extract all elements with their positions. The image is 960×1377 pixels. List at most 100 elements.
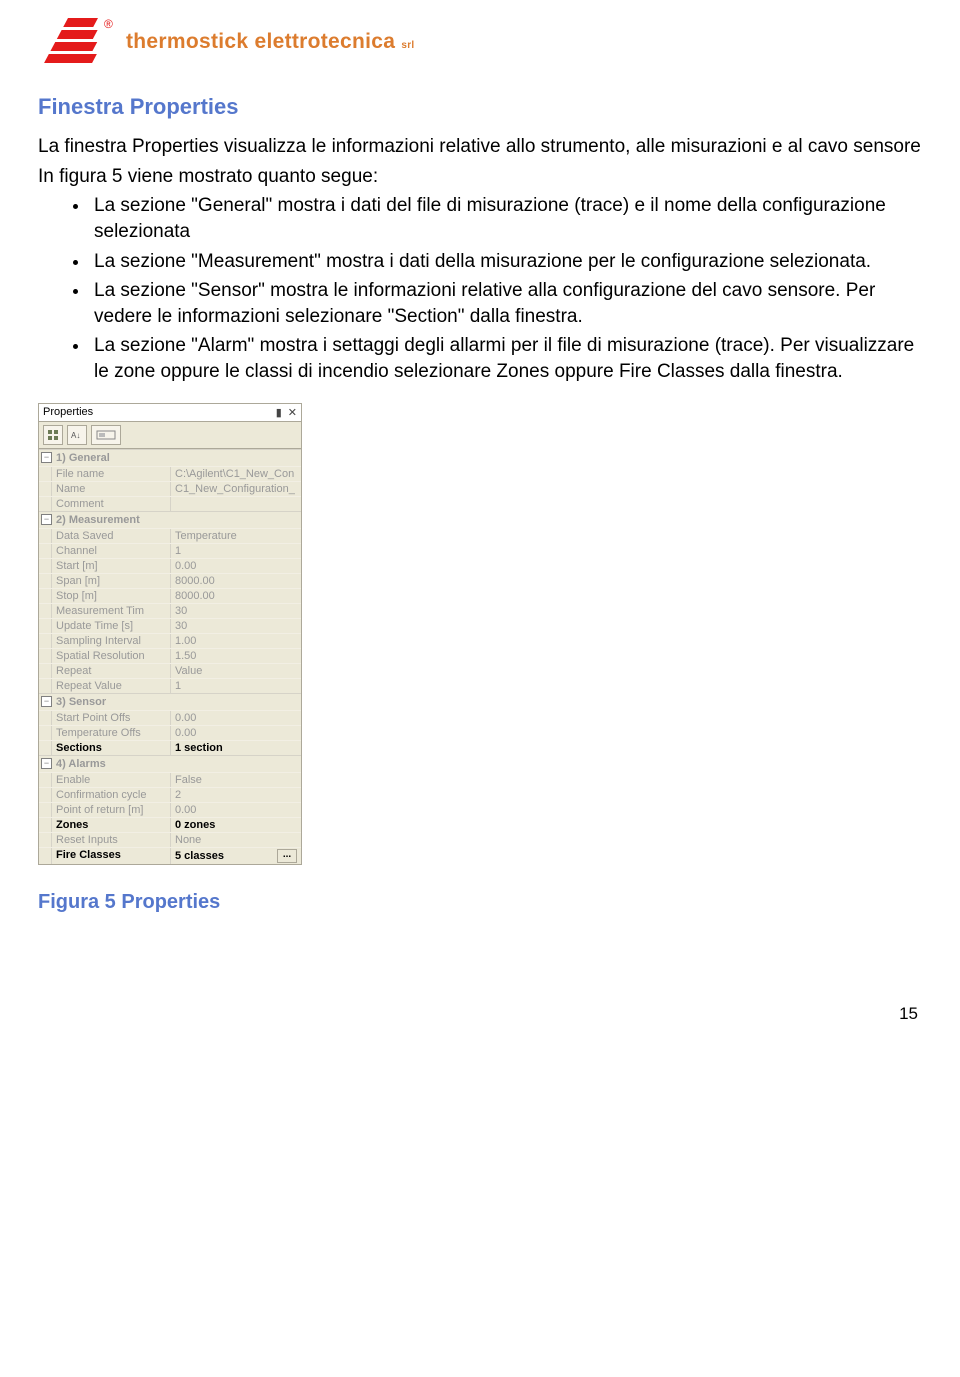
property-key: Confirmation cycle xyxy=(52,788,171,802)
property-value[interactable]: 1.00 xyxy=(171,634,301,648)
close-icon[interactable]: ✕ xyxy=(288,406,297,419)
property-row[interactable]: Start Point Offs0.00 xyxy=(39,710,301,725)
property-value[interactable]: 0.00 xyxy=(171,726,301,740)
property-value[interactable]: C:\Agilent\C1_New_Con xyxy=(171,467,301,481)
property-group-header[interactable]: −2) Measurement xyxy=(39,511,301,528)
property-value[interactable]: 8000.00 xyxy=(171,589,301,603)
property-value[interactable]: Value xyxy=(171,664,301,678)
property-row[interactable]: Start [m]0.00 xyxy=(39,558,301,573)
list-item: La sezione "Alarm" mostra i settaggi deg… xyxy=(90,333,922,384)
property-row[interactable]: NameC1_New_Configuration_ xyxy=(39,481,301,496)
group-label: 3) Sensor xyxy=(56,696,106,708)
list-item: La sezione "General" mostra i dati del f… xyxy=(90,193,922,244)
collapse-icon[interactable]: − xyxy=(41,514,52,525)
property-row[interactable]: Update Time [s]30 xyxy=(39,618,301,633)
property-key: Reset Inputs xyxy=(52,833,171,847)
property-row[interactable]: Comment xyxy=(39,496,301,511)
property-value[interactable]: 1.50 xyxy=(171,649,301,663)
property-key: Start [m] xyxy=(52,559,171,573)
property-value[interactable]: 0.00 xyxy=(171,559,301,573)
feature-bullet-list: La sezione "General" mostra i dati del f… xyxy=(38,193,922,384)
property-value[interactable]: 5 classes... xyxy=(171,848,301,864)
property-pages-button[interactable] xyxy=(91,425,121,445)
page-number: 15 xyxy=(38,1004,922,1024)
list-item: La sezione "Measurement" mostra i dati d… xyxy=(90,249,922,275)
group-label: 4) Alarms xyxy=(56,758,106,770)
property-key: Start Point Offs xyxy=(52,711,171,725)
property-key: Data Saved xyxy=(52,529,171,543)
panel-titlebar: Properties ▮ ✕ xyxy=(39,404,301,422)
property-key: Name xyxy=(52,482,171,496)
property-key: Channel xyxy=(52,544,171,558)
brand-name: thermostick elettrotecnica srl xyxy=(126,30,415,54)
property-group-header[interactable]: −1) General xyxy=(39,449,301,466)
property-row[interactable]: Span [m]8000.00 xyxy=(39,573,301,588)
property-row[interactable]: Channel1 xyxy=(39,543,301,558)
ellipsis-button[interactable]: ... xyxy=(277,849,297,863)
svg-text:A↓: A↓ xyxy=(71,431,80,440)
property-row[interactable]: Repeat Value1 xyxy=(39,678,301,693)
az-sort-button[interactable]: A↓ xyxy=(67,425,87,445)
property-row[interactable]: Temperature Offs0.00 xyxy=(39,725,301,740)
property-value[interactable]: Temperature xyxy=(171,529,301,543)
property-value[interactable]: 0.00 xyxy=(171,711,301,725)
property-value[interactable]: None xyxy=(171,833,301,847)
group-label: 2) Measurement xyxy=(56,514,140,526)
property-value[interactable]: C1_New_Configuration_ xyxy=(171,482,301,496)
property-value[interactable]: 30 xyxy=(171,619,301,633)
property-key: Stop [m] xyxy=(52,589,171,603)
category-sort-button[interactable] xyxy=(43,425,63,445)
property-value[interactable]: 0.00 xyxy=(171,803,301,817)
property-value[interactable]: 1 section xyxy=(171,741,301,755)
property-group-header[interactable]: −4) Alarms xyxy=(39,755,301,772)
pin-icon[interactable]: ▮ xyxy=(276,406,282,419)
property-row[interactable]: RepeatValue xyxy=(39,663,301,678)
panel-toolbar: A↓ xyxy=(39,422,301,449)
property-value[interactable]: 1 xyxy=(171,679,301,693)
collapse-icon[interactable]: − xyxy=(41,758,52,769)
property-group-header[interactable]: −3) Sensor xyxy=(39,693,301,710)
property-value[interactable]: 2 xyxy=(171,788,301,802)
property-key: Update Time [s] xyxy=(52,619,171,633)
collapse-icon[interactable]: − xyxy=(41,452,52,463)
property-row[interactable]: Fire Classes5 classes... xyxy=(39,847,301,864)
property-key: Sampling Interval xyxy=(52,634,171,648)
property-row[interactable]: Stop [m]8000.00 xyxy=(39,588,301,603)
list-item: La sezione "Sensor" mostra le informazio… xyxy=(90,278,922,329)
svg-text:®: ® xyxy=(104,18,113,31)
collapse-icon[interactable]: − xyxy=(41,696,52,707)
property-key: Repeat Value xyxy=(52,679,171,693)
property-row[interactable]: Sections1 section xyxy=(39,740,301,755)
property-key: Fire Classes xyxy=(52,848,171,864)
property-row[interactable]: Point of return [m]0.00 xyxy=(39,802,301,817)
intro-paragraph-2: In figura 5 viene mostrato quanto segue: xyxy=(38,164,922,190)
property-key: Zones xyxy=(52,818,171,832)
group-label: 1) General xyxy=(56,452,110,464)
property-row[interactable]: Measurement Tim30 xyxy=(39,603,301,618)
property-row[interactable]: Confirmation cycle2 xyxy=(39,787,301,802)
property-row[interactable]: Reset InputsNone xyxy=(39,832,301,847)
property-value[interactable]: False xyxy=(171,773,301,787)
property-row[interactable]: Sampling Interval1.00 xyxy=(39,633,301,648)
property-key: Span [m] xyxy=(52,574,171,588)
brand-logo-icon: ® xyxy=(38,18,116,66)
property-key: Temperature Offs xyxy=(52,726,171,740)
property-value[interactable] xyxy=(171,497,301,511)
property-row[interactable]: File nameC:\Agilent\C1_New_Con xyxy=(39,466,301,481)
property-key: Sections xyxy=(52,741,171,755)
panel-title: Properties xyxy=(43,406,93,418)
property-row[interactable]: Spatial Resolution1.50 xyxy=(39,648,301,663)
property-value[interactable]: 0 zones xyxy=(171,818,301,832)
property-key: Comment xyxy=(52,497,171,511)
property-row[interactable]: EnableFalse xyxy=(39,772,301,787)
property-value[interactable]: 1 xyxy=(171,544,301,558)
property-key: Repeat xyxy=(52,664,171,678)
property-key: Measurement Tim xyxy=(52,604,171,618)
property-row[interactable]: Zones0 zones xyxy=(39,817,301,832)
figure-caption: Figura 5 Properties xyxy=(38,891,922,914)
property-value[interactable]: 30 xyxy=(171,604,301,618)
property-key: File name xyxy=(52,467,171,481)
property-row[interactable]: Data SavedTemperature xyxy=(39,528,301,543)
logo-row: ® thermostick elettrotecnica srl xyxy=(38,18,922,66)
property-value[interactable]: 8000.00 xyxy=(171,574,301,588)
